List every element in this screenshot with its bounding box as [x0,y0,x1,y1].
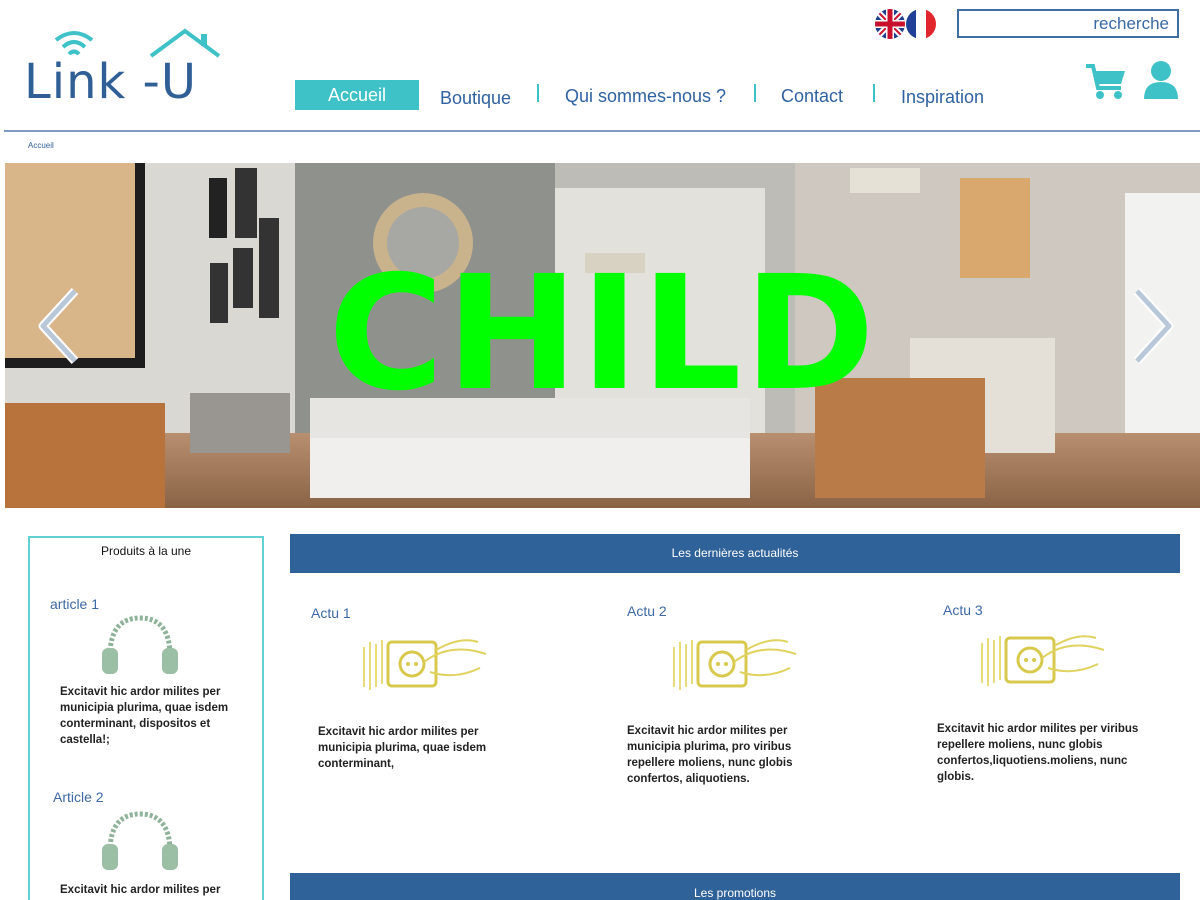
header-divider [4,130,1200,132]
article-description: Excitavit hic ardor milites per [60,884,221,896]
nav-separator [873,84,875,102]
article-title[interactable]: article 1 [50,596,99,612]
article-description: Excitavit hic ardor milites per municipi… [60,686,229,746]
news-section-header: Les dernières actualités [290,534,1180,573]
search-input[interactable] [959,11,1177,36]
logo-text: Link -U [24,54,198,110]
nav-contact[interactable]: Contact [781,86,843,107]
headphones-icon[interactable] [100,808,180,872]
site-header: Link -U Accueil Boutique Qui sommes-nous… [0,0,1200,133]
news-item-text: Excitavit hic ardor milites per municipi… [627,725,793,785]
news-item-title[interactable]: Actu 1 [311,605,351,621]
news-item-title[interactable]: Actu 3 [943,602,983,618]
news-item-text: Excitavit hic ardor milites per municipi… [318,726,487,770]
headphones-icon[interactable] [100,612,180,676]
uk-flag-icon[interactable] [875,9,905,39]
news-item-text: Excitavit hic ardor milites per viribus … [937,723,1139,783]
fr-flag-icon[interactable] [906,9,936,39]
nav-about[interactable]: Qui sommes-nous ? [565,86,726,107]
article-title[interactable]: Article 2 [53,789,104,805]
featured-products-panel: Produits à la une article 1 Excitavit hi… [28,536,264,900]
chevron-left-icon[interactable] [35,286,85,366]
search-box [957,9,1179,38]
user-icon[interactable] [1143,60,1179,100]
chevron-right-icon[interactable] [1127,286,1177,366]
nav-separator [537,84,539,102]
power-outlet-icon[interactable] [670,632,800,692]
nav-inspiration[interactable]: Inspiration [901,87,984,108]
hero-carousel: CHILD [5,163,1200,508]
promotions-section-header: Les promotions [290,873,1180,900]
power-outlet-icon[interactable] [360,632,490,692]
site-logo[interactable]: Link -U [24,28,224,110]
power-outlet-icon[interactable] [978,628,1108,688]
news-item-title[interactable]: Actu 2 [627,603,667,619]
nav-separator [754,84,756,102]
nav-home[interactable]: Accueil [295,80,419,110]
cart-icon[interactable] [1085,62,1127,102]
breadcrumb[interactable]: Accueil [28,141,54,150]
nav-shop[interactable]: Boutique [440,88,511,109]
featured-products-title: Produits à la une [100,544,192,558]
hero-overlay-text: CHILD [328,242,877,426]
